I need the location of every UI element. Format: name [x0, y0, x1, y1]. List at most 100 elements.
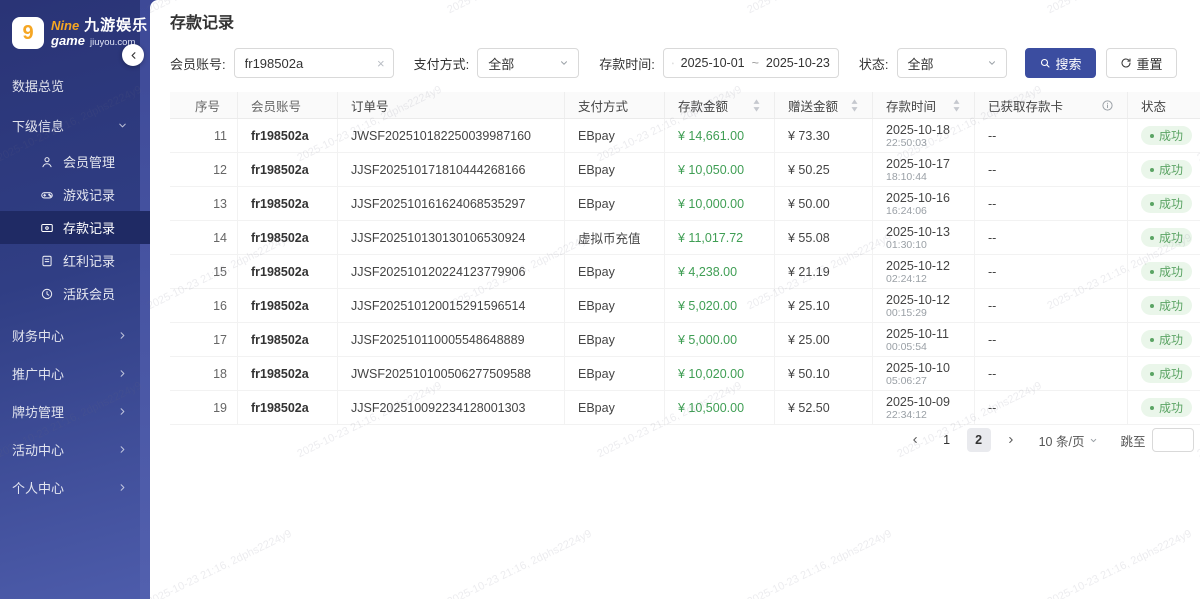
jump-page-input[interactable]	[1152, 428, 1194, 452]
status-label: 状态:	[859, 54, 889, 73]
page-size-select[interactable]: 10 条/页	[1039, 428, 1099, 452]
status-badge: 成功	[1141, 330, 1192, 349]
sidebar-item-personal-center[interactable]: 个人中心	[0, 468, 140, 506]
account-input[interactable]	[235, 56, 369, 71]
cell-deposit-card: --	[975, 221, 1128, 254]
sidebar-item-active-members[interactable]: 活跃会员	[0, 277, 140, 310]
sort-icon[interactable]	[952, 99, 961, 112]
table-row: 19 fr198502a JJSF202510092234128001303 E…	[170, 391, 1200, 425]
sidebar-item-archway-management[interactable]: 牌坊管理	[0, 392, 140, 430]
deposit-time-label: 存款时间:	[599, 54, 655, 73]
cell-account: fr198502a	[238, 289, 338, 322]
cell-deposit-card: --	[975, 323, 1128, 356]
search-button[interactable]: 搜索	[1025, 48, 1096, 78]
cell-account: fr198502a	[238, 119, 338, 152]
sidebar-item-promotion-center[interactable]: 推广中心	[0, 354, 140, 392]
cell-deposit-card: --	[975, 391, 1128, 424]
cell-deposit-amount: ¥ 10,020.00	[665, 357, 775, 390]
status-badge: 成功	[1141, 126, 1192, 145]
chevron-right-icon	[117, 330, 128, 341]
filter-bar: 会员账号: × 支付方式: 全部 存款时间: 2025-10-01 ~ 2025…	[170, 48, 1200, 78]
table-body: 11 fr198502a JWSF202510182250039987160 E…	[170, 119, 1200, 425]
date-end[interactable]: 2025-10-23	[766, 56, 830, 70]
cell-payment-method: EBpay	[565, 153, 665, 186]
cell-index: 19	[170, 391, 238, 424]
next-page-button[interactable]	[999, 428, 1023, 452]
cell-status: 成功	[1128, 323, 1200, 356]
cell-account: fr198502a	[238, 255, 338, 288]
status-badge: 成功	[1141, 262, 1192, 281]
refresh-icon	[1120, 57, 1132, 69]
chevron-right-icon	[1006, 435, 1016, 445]
page-title: 存款记录	[170, 14, 1200, 34]
cell-deposit-amount: ¥ 10,050.00	[665, 153, 775, 186]
payment-select[interactable]: 全部	[477, 48, 579, 78]
brand-line1: Nine	[51, 19, 79, 33]
cell-bonus-amount: ¥ 50.00	[775, 187, 873, 220]
cell-bonus-amount: ¥ 52.50	[775, 391, 873, 424]
document-icon	[40, 254, 54, 268]
chevron-right-icon	[117, 406, 128, 417]
col-deposit-amount: 存款金额	[665, 92, 775, 118]
date-start[interactable]: 2025-10-01	[681, 56, 745, 70]
cell-payment-method: EBpay	[565, 289, 665, 322]
cell-deposit-time: 2025-10-13 01:30:10	[873, 221, 975, 254]
sidebar-item-finance-center[interactable]: 财务中心	[0, 316, 140, 354]
chevron-down-icon	[1089, 436, 1098, 445]
page-button-1[interactable]: 1	[935, 428, 959, 452]
sidebar-item-member-management[interactable]: 会员管理	[0, 145, 140, 178]
cell-deposit-card: --	[975, 153, 1128, 186]
cell-index: 11	[170, 119, 238, 152]
account-input-box: ×	[234, 48, 394, 78]
date-range-picker[interactable]: 2025-10-01 ~ 2025-10-23	[663, 48, 839, 78]
cell-status: 成功	[1128, 391, 1200, 424]
cell-bonus-amount: ¥ 73.30	[775, 119, 873, 152]
cell-payment-method: EBpay	[565, 391, 665, 424]
sidebar-item-deposit-records[interactable]: 存款记录	[0, 211, 160, 244]
sidebar-item-overview[interactable]: 数据总览	[0, 65, 140, 105]
cell-deposit-time: 2025-10-16 16:24:06	[873, 187, 975, 220]
cell-index: 17	[170, 323, 238, 356]
sidebar-item-bonus-records[interactable]: 红利记录	[0, 244, 140, 277]
cell-bonus-amount: ¥ 55.08	[775, 221, 873, 254]
card-icon	[40, 221, 54, 235]
cell-account: fr198502a	[238, 187, 338, 220]
sidebar-collapse-button[interactable]	[122, 44, 144, 66]
cell-deposit-time: 2025-10-12 02:24:12	[873, 255, 975, 288]
cell-payment-method: EBpay	[565, 357, 665, 390]
cell-status: 成功	[1128, 357, 1200, 390]
info-icon[interactable]	[1101, 99, 1114, 112]
prev-page-button[interactable]	[903, 428, 927, 452]
status-select[interactable]: 全部	[897, 48, 1007, 78]
cell-deposit-amount: ¥ 14,661.00	[665, 119, 775, 152]
table-row: 11 fr198502a JWSF202510182250039987160 E…	[170, 119, 1200, 153]
sidebar-item-game-records[interactable]: 游戏记录	[0, 178, 140, 211]
cell-deposit-amount: ¥ 10,500.00	[665, 391, 775, 424]
cell-deposit-time: 2025-10-11 00:05:54	[873, 323, 975, 356]
status-badge: 成功	[1141, 296, 1192, 315]
chevron-down-icon	[559, 58, 569, 68]
col-account: 会员账号	[238, 92, 338, 118]
sidebar-group-subordinate-info[interactable]: 下级信息	[0, 105, 140, 145]
chevron-left-icon	[910, 435, 920, 445]
sort-icon[interactable]	[752, 99, 761, 112]
cell-status: 成功	[1128, 119, 1200, 152]
cell-status: 成功	[1128, 255, 1200, 288]
sort-icon[interactable]	[850, 99, 859, 112]
sidebar-item-activity-center[interactable]: 活动中心	[0, 430, 140, 468]
cell-bonus-amount: ¥ 21.19	[775, 255, 873, 288]
status-badge: 成功	[1141, 398, 1192, 417]
cell-deposit-card: --	[975, 119, 1128, 152]
page-button-2-active[interactable]: 2	[967, 428, 991, 452]
cell-deposit-amount: ¥ 11,017.72	[665, 221, 775, 254]
table-header-row: 序号 会员账号 订单号 支付方式 存款金额 赠送金额 存款时间 已获取存款卡 状…	[170, 92, 1200, 119]
clear-icon[interactable]: ×	[369, 56, 393, 71]
cell-order-no: JJSF202510120224123779906	[338, 255, 565, 288]
cell-deposit-amount: ¥ 5,000.00	[665, 323, 775, 356]
cell-account: fr198502a	[238, 391, 338, 424]
reset-button[interactable]: 重置	[1106, 48, 1177, 78]
user-icon	[40, 155, 54, 169]
cell-status: 成功	[1128, 289, 1200, 322]
table-row: 17 fr198502a JJSF202510110005548648889 E…	[170, 323, 1200, 357]
chevron-down-icon	[987, 58, 997, 68]
